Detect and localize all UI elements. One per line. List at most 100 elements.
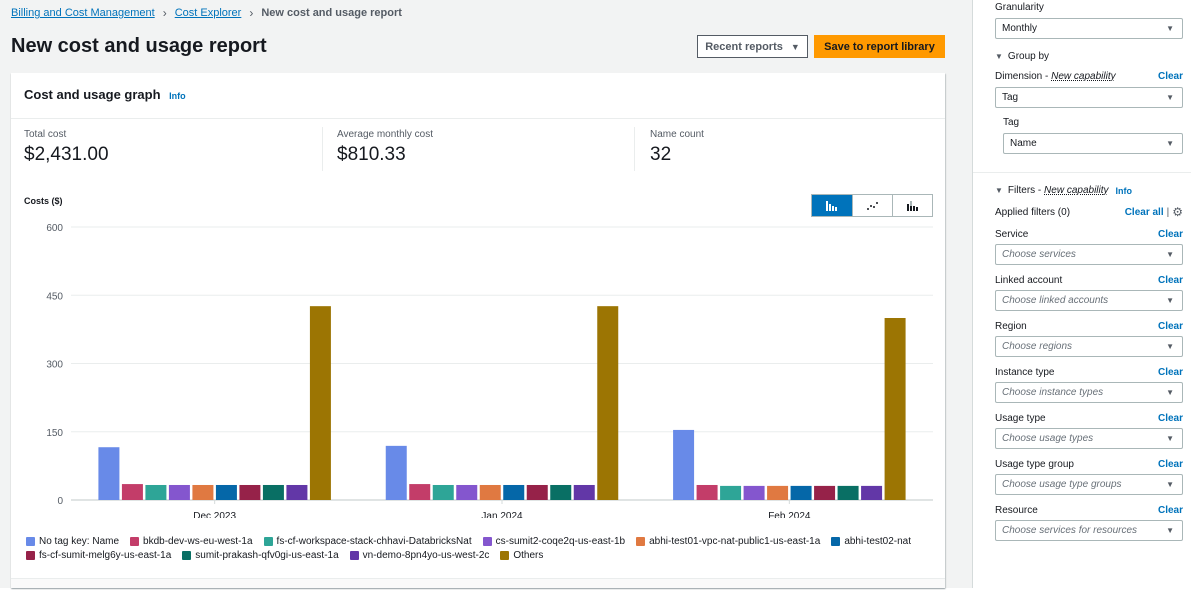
filter-usage-type: Usage type Clear Choose usage types ▼ <box>995 413 1183 449</box>
caret-down-icon: ▼ <box>1166 296 1174 305</box>
filter-select[interactable]: Choose usage type groups ▼ <box>995 474 1183 495</box>
chevron-right-icon: › <box>249 6 254 20</box>
filter-clear-link[interactable]: Clear <box>1158 229 1183 240</box>
bar[interactable] <box>192 484 214 500</box>
filter-label: Region <box>995 321 1027 332</box>
legend-item[interactable]: abhi-test01-vpc-nat-public1-us-east-1a <box>636 536 820 547</box>
filter-select[interactable]: Choose linked accounts ▼ <box>995 290 1183 311</box>
granularity-select[interactable]: Monthly ▼ <box>995 18 1183 39</box>
dimension-label-text: Dimension <box>995 71 1043 82</box>
bar[interactable] <box>262 484 284 500</box>
applied-filters-row: Applied filters (0) Clear all | ⚙ <box>995 205 1183 219</box>
bar[interactable] <box>215 484 237 500</box>
bar[interactable] <box>432 484 454 500</box>
metric-value: 32 <box>650 144 672 165</box>
granularity-label: Granularity <box>995 2 1044 13</box>
legend-label: fs-cf-workspace-stack-chhavi-DatabricksN… <box>276 536 472 547</box>
bar[interactable] <box>814 485 836 500</box>
filter-select[interactable]: Choose services ▼ <box>995 244 1183 265</box>
metric-value: $810.33 <box>337 144 406 165</box>
filter-clear-link[interactable]: Clear <box>1158 413 1183 424</box>
save-to-report-library-button[interactable]: Save to report library <box>814 35 945 58</box>
legend-item[interactable]: abhi-test02-nat <box>831 536 911 547</box>
report-parameters-panel: Granularity Monthly ▼ ▼ Group by Dimensi… <box>972 0 1200 588</box>
bar[interactable] <box>239 484 261 500</box>
recent-reports-button[interactable]: Recent reports ▼ <box>697 35 808 58</box>
caret-down-icon: ▼ <box>790 41 800 52</box>
filters-toggle[interactable]: ▼ Filters - New capability Info <box>995 185 1183 196</box>
bar[interactable] <box>837 485 859 500</box>
caret-down-icon: ▼ <box>995 186 1003 195</box>
legend-item[interactable]: bkdb-dev-ws-eu-west-1a <box>130 536 253 547</box>
cost-usage-graph-card: Cost and usage graph Info Total cost $2,… <box>11 73 945 588</box>
legend-item[interactable]: fs-cf-workspace-stack-chhavi-DatabricksN… <box>263 536 472 547</box>
bar[interactable] <box>767 485 789 500</box>
filter-header: Usage type Clear <box>995 413 1183 424</box>
dimension-clear-link[interactable]: Clear <box>1158 71 1183 82</box>
filter-clear-link[interactable]: Clear <box>1158 275 1183 286</box>
caret-down-icon: ▼ <box>1166 139 1174 148</box>
filter-clear-link[interactable]: Clear <box>1158 505 1183 516</box>
filter-select[interactable]: Choose regions ▼ <box>995 336 1183 357</box>
bar[interactable] <box>98 447 120 500</box>
filter-clear-link[interactable]: Clear <box>1158 321 1183 332</box>
bar[interactable] <box>456 484 478 500</box>
legend-item[interactable]: vn-demo-8pn4yo-us-west-2c <box>349 550 489 561</box>
legend-item[interactable]: Others <box>500 550 543 561</box>
clear-all-link[interactable]: Clear all <box>1125 207 1164 218</box>
dimension-value: Tag <box>1002 92 1019 103</box>
group-by-toggle[interactable]: ▼ Group by <box>995 51 1183 62</box>
filter-select[interactable]: Choose usage types ▼ <box>995 428 1183 449</box>
legend-item[interactable]: cs-sumit2-coqe2q-us-east-1b <box>482 536 625 547</box>
bar[interactable] <box>168 484 190 500</box>
info-link[interactable]: Info <box>169 91 186 101</box>
bar[interactable] <box>884 318 906 500</box>
bar[interactable] <box>696 484 718 500</box>
bar[interactable] <box>286 484 308 500</box>
tag-label: Tag <box>1003 117 1020 128</box>
bar[interactable] <box>479 484 501 500</box>
legend-item[interactable]: No tag key: Name <box>26 536 119 547</box>
legend-label: Others <box>513 550 544 561</box>
legend-item[interactable]: fs-cf-sumit-melg6y-us-east-1a <box>26 550 171 561</box>
bar[interactable] <box>309 306 331 500</box>
settings-gear-icon[interactable]: ⚙ <box>1172 205 1183 219</box>
filter-clear-link[interactable]: Clear <box>1158 459 1183 470</box>
breadcrumb-billing[interactable]: Billing and Cost Management <box>11 7 155 19</box>
y-tick-label: 300 <box>46 360 63 371</box>
filter-usage-type-group: Usage type group Clear Choose usage type… <box>995 459 1183 495</box>
metric-total-cost: Total cost $2,431.00 <box>24 129 109 169</box>
bar[interactable] <box>673 429 695 500</box>
filter-clear-link[interactable]: Clear <box>1158 367 1183 378</box>
bar[interactable] <box>720 485 742 500</box>
filter-select[interactable]: Choose services for resources ▼ <box>995 520 1183 541</box>
bar[interactable] <box>121 484 143 500</box>
caret-down-icon: ▼ <box>1166 24 1174 33</box>
legend-swatch <box>182 551 192 560</box>
bar[interactable] <box>503 484 525 500</box>
bar[interactable] <box>597 306 619 500</box>
filter-header: Region Clear <box>995 321 1183 332</box>
breadcrumb-cost-explorer[interactable]: Cost Explorer <box>175 7 242 19</box>
bar[interactable] <box>573 484 595 500</box>
bar[interactable] <box>409 484 431 500</box>
bar[interactable] <box>145 484 167 500</box>
y-axis-title: Costs ($) <box>24 196 63 206</box>
filter-placeholder: Choose linked accounts <box>1002 295 1109 306</box>
legend-label: sumit-prakash-qfv0gi-us-east-1a <box>195 550 339 561</box>
filter-select[interactable]: Choose instance types ▼ <box>995 382 1183 403</box>
metric-label: Total cost <box>24 129 67 140</box>
tag-select[interactable]: Name ▼ <box>1003 133 1183 154</box>
filter-linked-account: Linked account Clear Choose linked accou… <box>995 275 1183 311</box>
bar[interactable] <box>385 445 407 500</box>
dimension-select[interactable]: Tag ▼ <box>995 87 1183 108</box>
bar[interactable] <box>790 485 812 500</box>
y-tick-label: 150 <box>46 428 63 439</box>
cost-bar-chart: 0 150 300 450 600 Dec 2023 Jan 2024 Feb 2024 <box>46 223 933 518</box>
bar[interactable] <box>550 484 572 500</box>
bar[interactable] <box>861 485 883 500</box>
bar[interactable] <box>743 485 765 500</box>
filters-info-link[interactable]: Info <box>1116 186 1133 196</box>
bar[interactable] <box>526 484 548 500</box>
legend-item[interactable]: sumit-prakash-qfv0gi-us-east-1a <box>182 550 339 561</box>
